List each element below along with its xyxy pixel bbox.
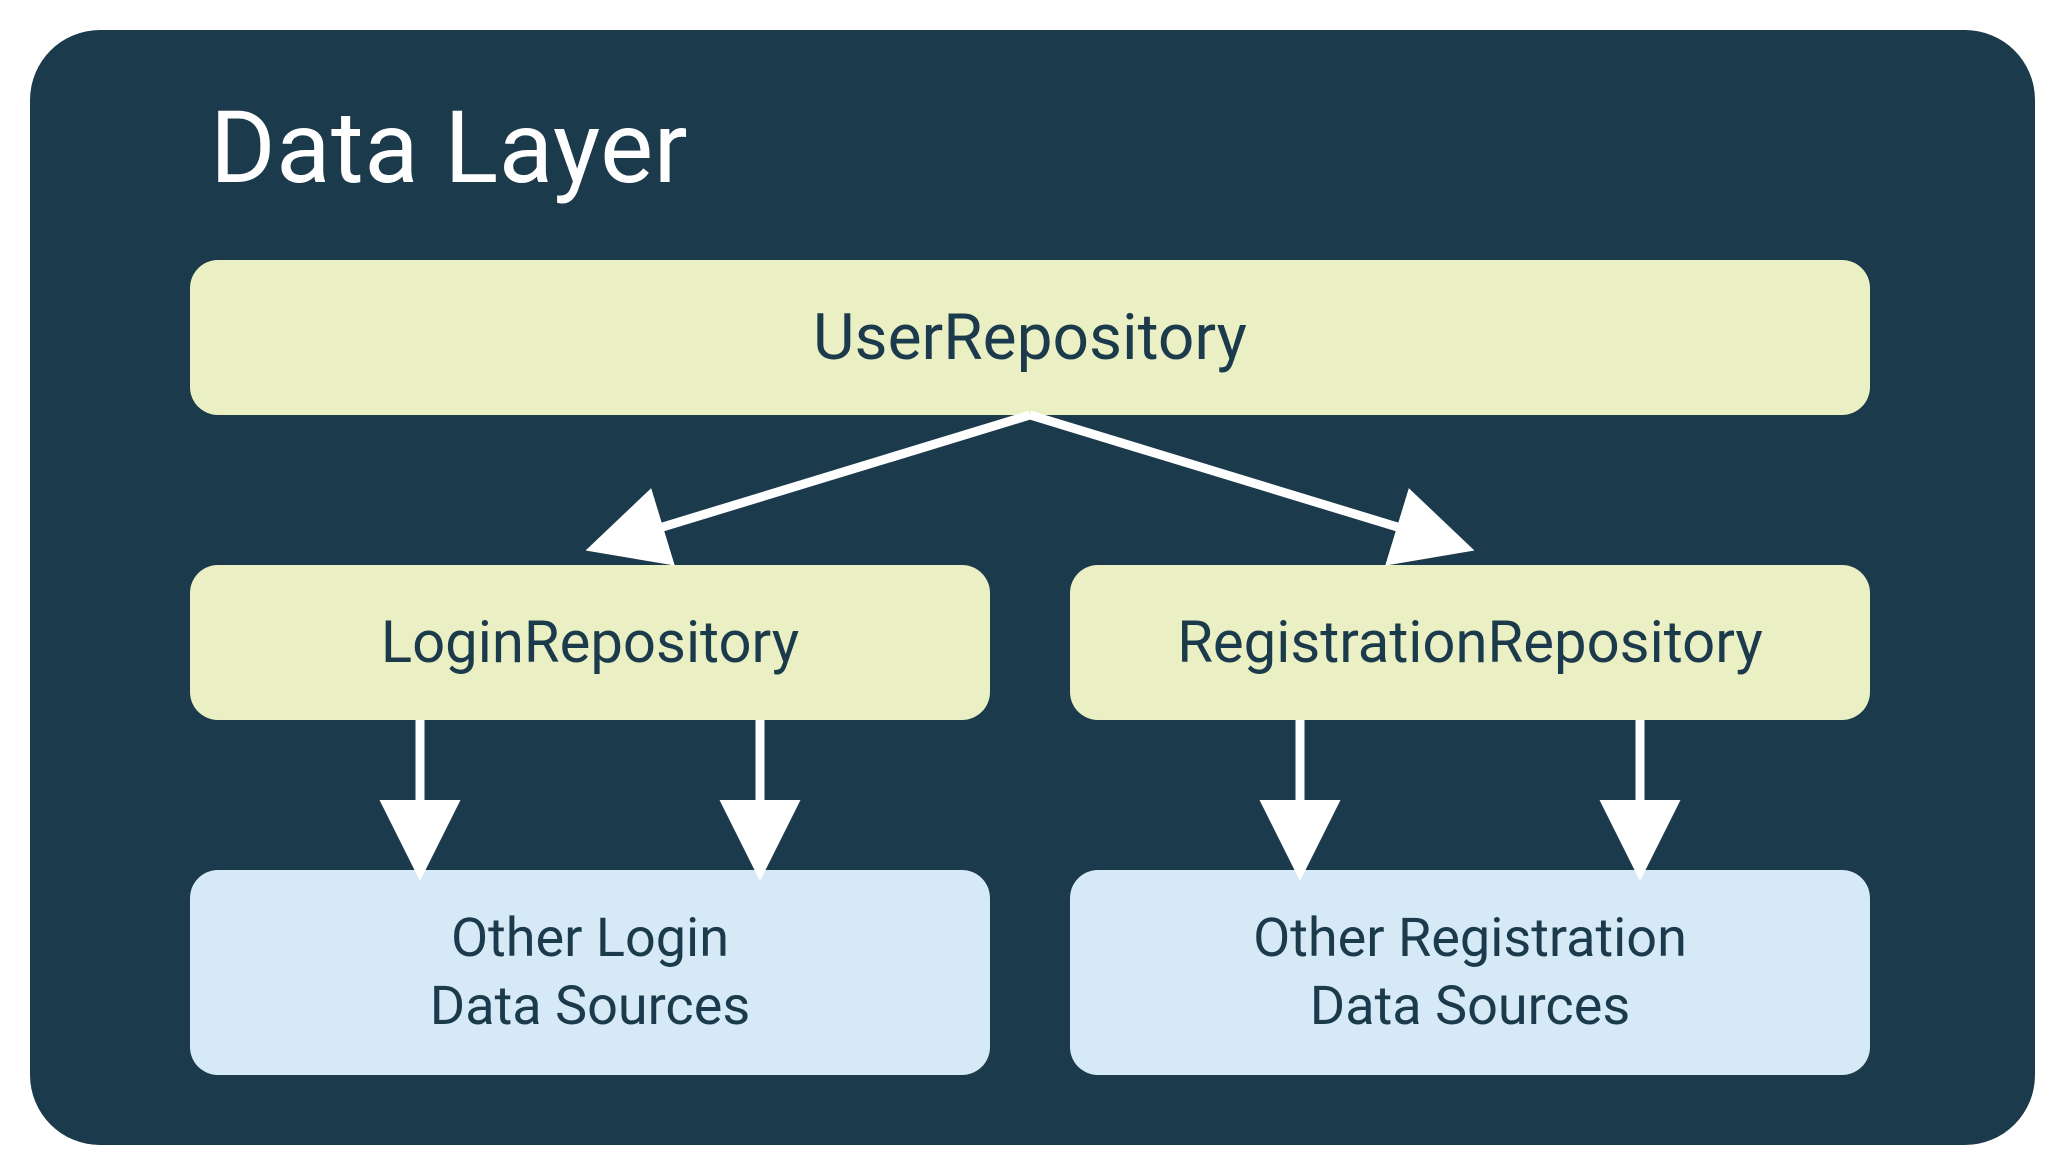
arrow-user-to-login [620,415,1030,540]
login-datasources-box: Other Login Data Sources [190,870,990,1075]
login-ds-line2: Data Sources [430,973,750,1041]
reg-ds-line2: Data Sources [1253,973,1687,1041]
diagram-canvas: Data Layer UserRepository LoginRepositor… [0,0,2065,1175]
panel-title: Data Layer [210,90,688,207]
login-repository-label: LoginRepository [381,609,799,677]
login-repository-box: LoginRepository [190,565,990,720]
reg-ds-line1: Other Registration [1253,905,1687,973]
login-ds-line1: Other Login [430,905,750,973]
user-repository-box: UserRepository [190,260,1870,415]
registration-datasources-box: Other Registration Data Sources [1070,870,1870,1075]
user-repository-label: UserRepository [813,300,1247,375]
arrow-user-to-registration [1030,415,1440,540]
registration-repository-box: RegistrationRepository [1070,565,1870,720]
registration-repository-label: RegistrationRepository [1177,609,1763,677]
data-layer-panel: Data Layer UserRepository LoginRepositor… [30,30,2035,1145]
